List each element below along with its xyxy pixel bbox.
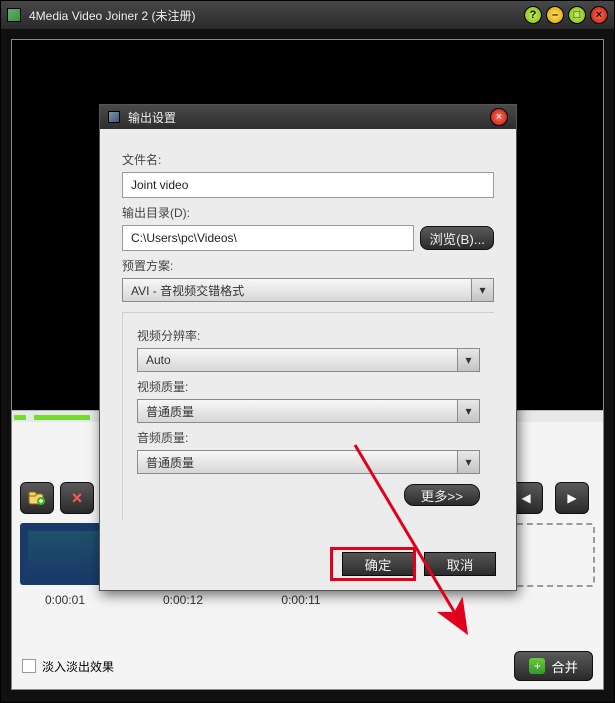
video-quality-label: 视频质量:	[137, 378, 480, 395]
add-clip-button[interactable]	[20, 482, 54, 514]
next-clip-button[interactable]: ▶	[555, 482, 589, 514]
fade-checkbox[interactable]	[22, 659, 36, 673]
audio-quality-label: 音频质量:	[137, 429, 480, 446]
dialog-close-button[interactable]: ×	[490, 108, 508, 126]
filename-label: 文件名:	[122, 151, 494, 168]
timeline-segment[interactable]	[14, 415, 26, 420]
folder-plus-icon	[28, 490, 46, 506]
video-quality-select[interactable]: 普通质量 ▾	[137, 399, 480, 423]
app-window: 4Media Video Joiner 2 (未注册) ? – □ × × ◀ …	[0, 0, 615, 703]
ok-button[interactable]: 确定	[342, 552, 414, 576]
chevron-down-icon: ▾	[471, 279, 493, 301]
filename-input[interactable]	[122, 172, 494, 198]
delete-x-icon: ×	[72, 488, 83, 509]
dialog-icon	[108, 111, 120, 123]
app-titlebar[interactable]: 4Media Video Joiner 2 (未注册) ? – □ ×	[1, 1, 614, 29]
encoding-panel: 视频分辨率: Auto ▾ 视频质量: 普通质量 ▾ 音频质量: 普通质量 ▾ …	[122, 312, 494, 520]
help-button[interactable]: ?	[524, 6, 542, 24]
dialog-footer: 确定 取消	[342, 552, 496, 576]
outdir-input[interactable]	[122, 225, 414, 251]
triangle-left-icon: ◀	[521, 491, 530, 505]
more-button[interactable]: 更多>>	[404, 484, 480, 506]
merge-label: 合并	[551, 657, 578, 676]
video-quality-value: 普通质量	[146, 403, 194, 420]
merge-button[interactable]: + 合并	[514, 651, 593, 681]
preset-value: AVI - 音视频交错格式	[131, 282, 244, 299]
triangle-right-icon: ▶	[567, 491, 576, 505]
browse-button[interactable]: 浏览(B)...	[420, 226, 494, 250]
fade-label: 淡入淡出效果	[42, 658, 114, 675]
maximize-button[interactable]: □	[568, 6, 586, 24]
close-icon: ×	[496, 111, 502, 123]
resolution-select[interactable]: Auto ▾	[137, 348, 480, 372]
audio-quality-value: 普通质量	[146, 454, 194, 471]
minimize-button[interactable]: –	[546, 6, 564, 24]
close-button[interactable]: ×	[590, 6, 608, 24]
output-settings-dialog: 输出设置 × 文件名: 输出目录(D): 浏览(B)... 预置方案: AVI …	[99, 104, 517, 591]
clip-duration: 0:00:12	[163, 593, 203, 607]
preset-label: 预置方案:	[122, 257, 494, 274]
window-controls: ? – □ ×	[524, 6, 608, 24]
dialog-body: 文件名: 输出目录(D): 浏览(B)... 预置方案: AVI - 音视频交错…	[100, 129, 516, 590]
plus-circle-icon: +	[529, 658, 545, 674]
clip-duration: 0:00:01	[45, 593, 85, 607]
clip-thumbnail[interactable]	[20, 523, 110, 585]
clip-item[interactable]: 0:00:01	[20, 523, 110, 623]
footer-row: 淡入淡出效果 + 合并	[22, 649, 593, 683]
cancel-button[interactable]: 取消	[424, 552, 496, 576]
chevron-down-icon: ▾	[457, 451, 479, 473]
resolution-label: 视频分辨率:	[137, 327, 480, 344]
outdir-label: 输出目录(D):	[122, 204, 494, 221]
timeline-segment[interactable]	[34, 415, 90, 420]
delete-clip-button[interactable]: ×	[60, 482, 94, 514]
clip-duration: 0:00:11	[281, 593, 320, 607]
chevron-down-icon: ▾	[457, 349, 479, 371]
resolution-value: Auto	[146, 353, 171, 367]
preset-select[interactable]: AVI - 音视频交错格式 ▾	[122, 278, 494, 302]
dialog-titlebar[interactable]: 输出设置 ×	[100, 105, 516, 129]
app-title: 4Media Video Joiner 2 (未注册)	[29, 7, 196, 24]
chevron-down-icon: ▾	[457, 400, 479, 422]
audio-quality-select[interactable]: 普通质量 ▾	[137, 450, 480, 474]
dialog-title: 输出设置	[128, 109, 176, 126]
app-icon	[7, 8, 21, 22]
